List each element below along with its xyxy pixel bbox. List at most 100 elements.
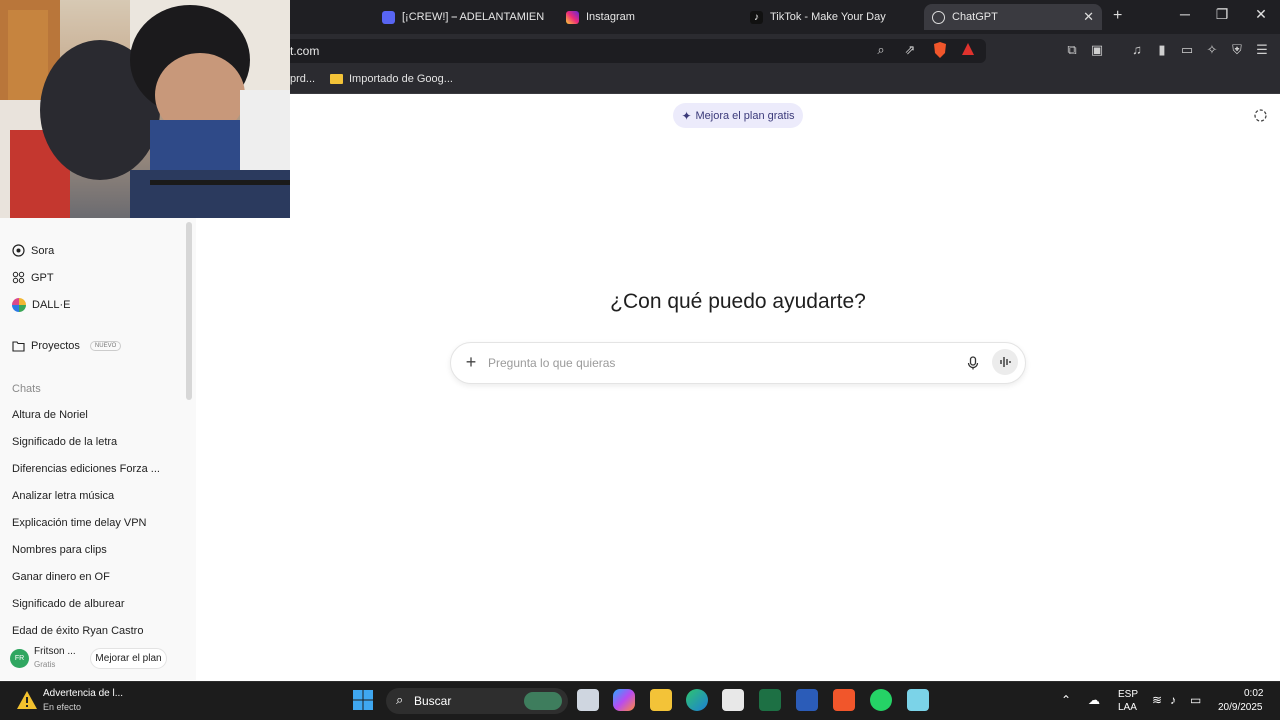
chat-item[interactable]: Explicación time delay VPN — [12, 517, 147, 529]
sidebar-toggle-icon[interactable]: ▮ — [1154, 42, 1170, 58]
tab-label: [¡CREW!] ⎯ ADELANTAMIENTO — [402, 10, 544, 23]
zoom-icon[interactable]: ⌕ — [873, 42, 889, 58]
chat-item[interactable]: Diferencias ediciones Forza ... — [12, 463, 160, 475]
clock-date[interactable]: 20/9/2025 — [1218, 702, 1263, 713]
start-icon[interactable] — [352, 689, 374, 711]
page-title: ¿Con qué puedo ayudarte? — [610, 290, 866, 313]
tiktok-icon: ♪ — [750, 10, 763, 24]
excel-icon[interactable] — [759, 689, 781, 711]
search-highlight-icon — [524, 692, 562, 710]
search-label: Buscar — [414, 694, 452, 708]
user-plan: Gratis — [34, 660, 56, 669]
sidebar-item-dalle[interactable]: DALL·E — [12, 298, 71, 312]
whatsapp-icon[interactable] — [870, 689, 892, 711]
new-tab-button[interactable]: + — [1113, 7, 1122, 25]
minimize-button[interactable]: ─ — [1175, 6, 1195, 22]
sidebar-item-label: DALL·E — [32, 299, 71, 311]
clock-time[interactable]: 0:02 — [1244, 688, 1263, 699]
sidebar-item-label: GPT — [31, 271, 54, 284]
search-icon: ⌕ — [396, 692, 404, 707]
sidebar-item-label: Sora — [31, 244, 55, 257]
brave-rewards-icon[interactable] — [960, 42, 976, 58]
bookmark-label: Importado de Goog... — [349, 73, 453, 85]
warning-icon[interactable] — [16, 690, 38, 715]
dalle-icon — [12, 298, 26, 312]
chevron-up-icon[interactable]: ⌃ — [1061, 693, 1071, 707]
temporary-chat-icon[interactable] — [1253, 108, 1268, 128]
store-icon[interactable] — [722, 689, 744, 711]
brave-shields-icon[interactable] — [932, 42, 948, 58]
chat-item[interactable]: Analizar letra música — [12, 490, 114, 502]
avatar[interactable]: FR — [10, 649, 29, 668]
close-window-button[interactable]: ✕ — [1251, 6, 1271, 23]
sidebar-item-gpt[interactable]: GPT — [12, 271, 54, 284]
attach-plus-icon[interactable]: + — [462, 352, 480, 373]
file-explorer-icon[interactable] — [650, 689, 672, 711]
pill-label: Mejora el plan gratis — [695, 109, 795, 122]
task-view-icon[interactable] — [577, 689, 599, 711]
leo-ai-icon[interactable]: ✧ — [1204, 42, 1220, 58]
copilot-icon[interactable] — [613, 689, 635, 711]
language-top[interactable]: ESP — [1118, 689, 1138, 700]
chat-item[interactable]: Edad de éxito Ryan Castro — [12, 625, 143, 637]
battery-icon[interactable]: ▭ — [1190, 693, 1201, 707]
app-icon[interactable] — [907, 689, 929, 711]
tab-tiktok[interactable]: ♪ TikTok - Make Your Day — [742, 4, 912, 30]
user-name[interactable]: Fritson ... — [34, 646, 76, 657]
webcam-overlay — [0, 0, 290, 218]
weather-alert-sub: En efecto — [43, 702, 82, 712]
weather-alert-title[interactable]: Advertencia de l... — [43, 688, 123, 699]
chat-item[interactable]: Significado de la letra — [12, 436, 117, 448]
chat-item[interactable]: Significado de alburear — [12, 598, 125, 610]
upgrade-plan-button[interactable]: Mejorar el plan — [90, 648, 167, 669]
voice-mode-button[interactable] — [992, 349, 1018, 375]
wallet-icon[interactable]: ▭ — [1179, 42, 1195, 58]
bookmark-folder[interactable]: Importado de Goog... — [330, 73, 453, 85]
volume-icon[interactable]: ♪ — [1170, 693, 1176, 707]
waveform-icon — [1000, 357, 1011, 367]
restore-button[interactable]: ❐ — [1212, 6, 1232, 23]
tab-label: Instagram — [586, 11, 635, 23]
sidebar — [0, 218, 196, 680]
menu-icon[interactable]: ☰ — [1254, 42, 1270, 58]
tab-label: ChatGPT — [952, 11, 998, 23]
share-icon[interactable]: ⇗ — [902, 42, 918, 58]
folder-outline-icon — [12, 341, 25, 352]
upgrade-free-plan-pill[interactable]: ✦ Mejora el plan gratis — [673, 103, 803, 128]
tab-discord[interactable]: [¡CREW!] ⎯ ADELANTAMIENTO — [374, 4, 544, 30]
tab-instagram[interactable]: Instagram — [558, 4, 728, 30]
sidebar-item-projects[interactable]: Proyectos NUEVO — [12, 340, 122, 352]
sidebar-item-sora[interactable]: Sora — [12, 244, 54, 257]
onedrive-icon[interactable]: ☁ — [1088, 693, 1100, 707]
word-icon[interactable] — [796, 689, 818, 711]
language-bottom: LAA — [1118, 702, 1137, 713]
screenshot-icon[interactable]: ▣ — [1089, 42, 1105, 58]
wifi-icon[interactable]: ≋ — [1152, 693, 1162, 707]
tab-label: TikTok - Make Your Day — [770, 11, 886, 23]
media-icon[interactable]: ♫ — [1129, 42, 1145, 58]
sidebar-scrollbar[interactable] — [186, 222, 192, 400]
tab-chatgpt[interactable]: ChatGPT ✕ — [924, 4, 1102, 30]
folder-icon — [330, 74, 343, 84]
close-tab-icon[interactable]: ✕ — [1083, 9, 1094, 25]
microphone-icon[interactable] — [964, 354, 982, 372]
webcam-feed-image — [0, 0, 290, 218]
sidebar-item-label: Proyectos — [31, 340, 80, 352]
chats-header: Chats — [12, 383, 41, 395]
vpn-icon[interactable]: ⛨ — [1229, 42, 1245, 58]
bookmark-item[interactable]: prd... — [290, 73, 315, 85]
url-text[interactable]: t.com — [290, 44, 319, 58]
brave-icon[interactable] — [833, 689, 855, 711]
instagram-icon — [566, 10, 579, 24]
gpt-grid-icon — [12, 271, 25, 284]
bookmark-label: prd... — [290, 73, 316, 85]
extensions-icon[interactable]: ⧉ — [1064, 42, 1080, 58]
edge-icon[interactable] — [686, 689, 708, 711]
discord-icon — [382, 10, 395, 24]
chat-item[interactable]: Nombres para clips — [12, 544, 107, 556]
sora-icon — [12, 244, 25, 257]
chat-item[interactable]: Altura de Noriel — [12, 409, 88, 421]
chatgpt-icon — [932, 10, 945, 24]
chat-item[interactable]: Ganar dinero en OF — [12, 571, 110, 583]
prompt-input[interactable] — [488, 353, 928, 373]
